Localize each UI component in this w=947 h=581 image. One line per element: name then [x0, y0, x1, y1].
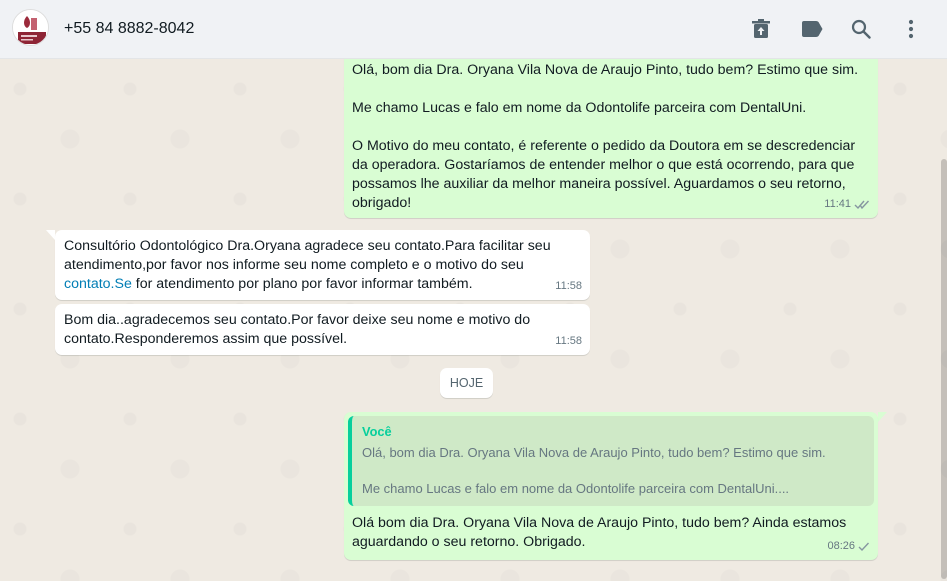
message-time: 11:41: [824, 198, 851, 210]
chat-scrollbar[interactable]: [941, 159, 947, 579]
message-meta: 11:58: [555, 332, 582, 351]
incoming-message[interactable]: Consultório Odontológico Dra.Oryana agra…: [55, 230, 590, 300]
day-separator: HOJE: [440, 368, 493, 398]
bubble-tail: [878, 412, 887, 422]
contact-avatar[interactable]: [12, 9, 49, 46]
message-text: Olá bom dia Dra. Oryana Vila Nova de Ara…: [352, 515, 851, 550]
message-link[interactable]: contato.Se: [64, 276, 132, 292]
message-time: 08:26: [827, 540, 855, 552]
message-text-part: for atendimento por plano por favor info…: [131, 276, 473, 292]
outgoing-message[interactable]: Olá, bom dia Dra. Oryana Vila Nova de Ar…: [344, 59, 878, 218]
message-meta: 11:41: [824, 195, 870, 214]
message-time: 11:58: [555, 280, 582, 292]
avatar-logo-icon: [13, 10, 48, 45]
message-time: 11:58: [555, 335, 582, 347]
chat-header: +55 84 8882-8042: [0, 0, 947, 59]
chat-area[interactable]: Olá, bom dia Dra. Oryana Vila Nova de Ar…: [0, 59, 947, 581]
quoted-message[interactable]: Você Olá, bom dia Dra. Oryana Vila Nova …: [348, 416, 874, 506]
quote-author: Você: [362, 424, 392, 439]
delete-chat-icon[interactable]: [749, 17, 773, 41]
label-icon[interactable]: [800, 17, 824, 41]
message-text: Bom dia..agradecemos seu contato.Por fav…: [64, 312, 535, 347]
message-meta: 11:58: [555, 277, 582, 296]
message-text: Consultório Odontológico Dra.Oryana agra…: [64, 237, 581, 294]
bubble-tail: [46, 230, 55, 240]
single-check-icon: [858, 542, 870, 552]
message-meta: 08:26: [827, 537, 870, 556]
outgoing-reply-message[interactable]: Você Olá, bom dia Dra. Oryana Vila Nova …: [344, 412, 878, 560]
message-text-part: Consultório Odontológico Dra.Oryana agra…: [64, 238, 555, 273]
menu-icon[interactable]: [899, 17, 923, 41]
contact-name[interactable]: +55 84 8882-8042: [64, 20, 194, 38]
message-text: Olá, bom dia Dra. Oryana Vila Nova de Ar…: [352, 62, 859, 211]
search-icon[interactable]: [849, 17, 873, 41]
incoming-message[interactable]: Bom dia..agradecemos seu contato.Por fav…: [55, 304, 590, 355]
double-check-icon: [854, 200, 870, 210]
quote-text: Olá, bom dia Dra. Oryana Vila Nova de Ar…: [362, 445, 826, 496]
